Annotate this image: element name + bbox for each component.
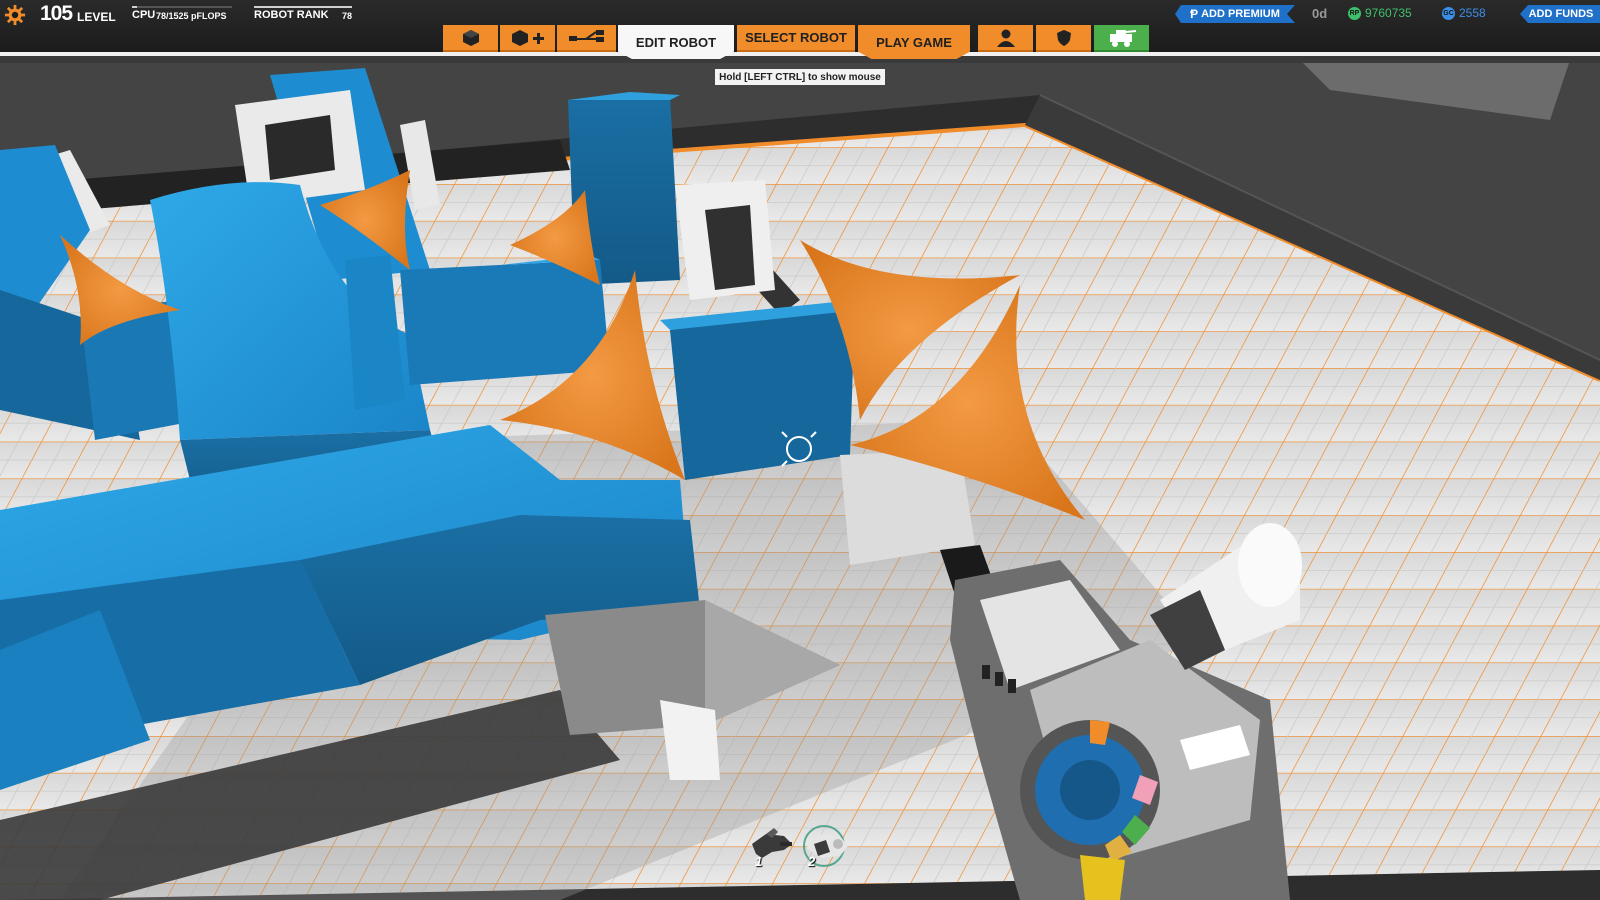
build-viewport[interactable]: [0, 0, 1600, 900]
select-robot-label: SELECT ROBOT: [745, 30, 847, 45]
add-funds-label: ADD FUNDS: [1528, 8, 1594, 20]
garage-icon: [1109, 29, 1136, 47]
cpu-bar-fill: [132, 6, 138, 8]
add-premium-button[interactable]: Ᵽ ADD PREMIUM: [1175, 5, 1295, 23]
player-level-label: LEVEL: [77, 10, 116, 24]
add-cube-icon: [511, 29, 544, 46]
add-funds-button[interactable]: ADD FUNDS: [1520, 5, 1600, 23]
rp-coin-icon: RP: [1348, 6, 1361, 20]
add-cube-tab[interactable]: [500, 25, 555, 52]
cube-icon: [462, 29, 479, 46]
top-bar-shadow: [0, 56, 1600, 63]
clan-tab[interactable]: [1036, 25, 1091, 52]
garage-tab[interactable]: [1094, 25, 1149, 52]
shield-icon: [1056, 29, 1071, 46]
premium-icon: Ᵽ: [1190, 7, 1199, 21]
gc-balance: GC 2558: [1442, 6, 1486, 20]
connections-tab[interactable]: [557, 25, 616, 52]
premium-days: 0d: [1312, 6, 1328, 21]
person-icon: [996, 29, 1015, 47]
gc-coin-icon: GC: [1442, 6, 1455, 20]
robot-rank-label: ROBOT RANK: [254, 9, 329, 21]
tab-select-robot[interactable]: SELECT ROBOT: [737, 25, 855, 52]
robot-build-scene: [0, 60, 1600, 900]
tab-edit-robot[interactable]: EDIT ROBOT: [618, 25, 734, 59]
cpu-bar: [132, 6, 232, 8]
robot-rank-value: 78: [342, 11, 353, 21]
show-mouse-hint: Hold [LEFT CTRL] to show mouse: [715, 69, 885, 85]
hotbar-slot-1-number: 1: [755, 854, 763, 869]
player-level: 105: [40, 2, 73, 25]
play-game-label: PLAY GAME: [876, 34, 952, 50]
add-premium-label: ADD PREMIUM: [1201, 8, 1280, 20]
cube-inventory-tab[interactable]: [443, 25, 498, 52]
cpu-label: CPU: [132, 9, 156, 21]
cpu-value: 78/1525 pFLOPS: [156, 11, 227, 21]
settings-gear-icon[interactable]: [4, 4, 26, 26]
rank-bar: [254, 6, 352, 8]
hotbar-slot-2-number: 2: [808, 854, 816, 869]
gc-amount: 2558: [1459, 6, 1486, 20]
rp-balance: RP 9760735: [1348, 6, 1412, 20]
rank-bar-fill: [254, 6, 352, 8]
profile-tab[interactable]: [978, 25, 1033, 52]
tab-play-game[interactable]: PLAY GAME: [858, 25, 970, 59]
connections-icon: [568, 29, 604, 42]
edit-robot-label: EDIT ROBOT: [635, 34, 717, 50]
rp-amount: 9760735: [1365, 6, 1412, 20]
